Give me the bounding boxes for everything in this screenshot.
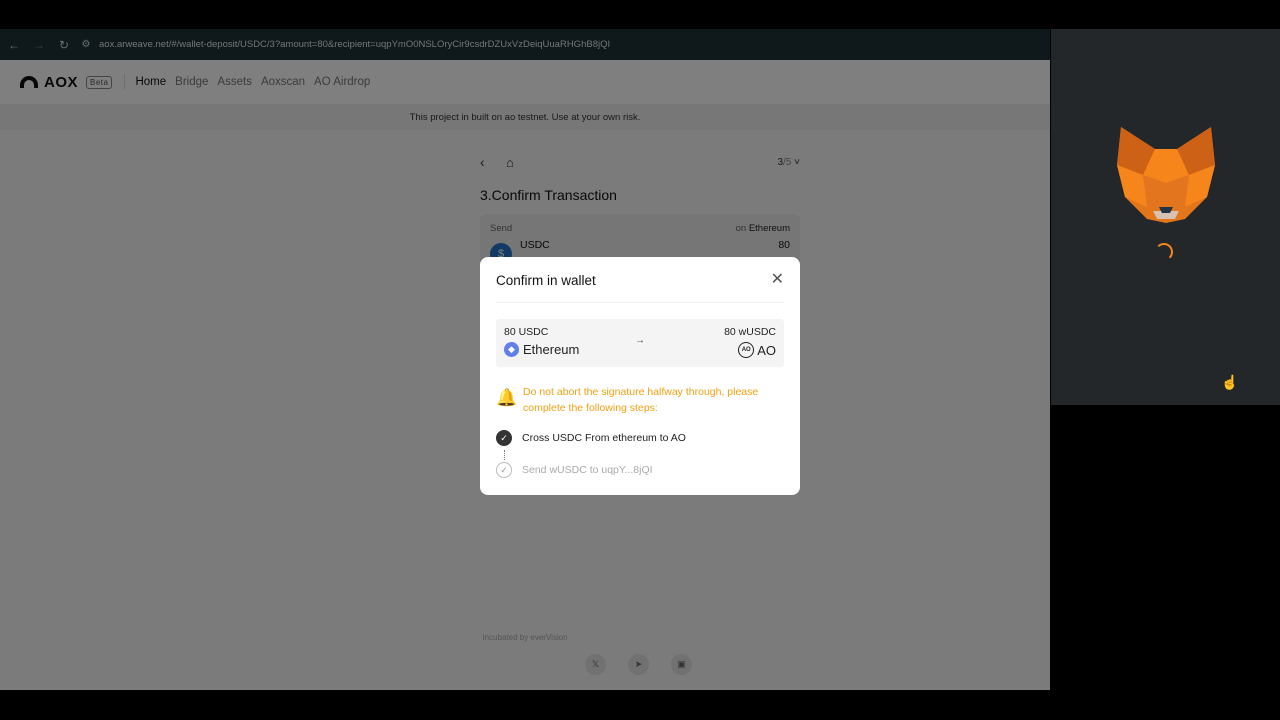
- step-item-send: ✓ Send wUSDC to uqpY...8jQI: [496, 462, 653, 478]
- metamask-popup: [1051, 29, 1280, 405]
- modal-divider: [496, 302, 784, 303]
- letterbox-bottom: [0, 690, 1280, 720]
- step-item-cross: ✓ Cross USDC From ethereum to AO: [496, 430, 686, 446]
- close-icon[interactable]: ✕: [771, 272, 784, 288]
- bell-icon: 🔔: [496, 388, 518, 407]
- to-chain-label: AO: [757, 342, 776, 358]
- spinner-icon: [1155, 243, 1173, 261]
- confirm-wallet-modal: Confirm in wallet ✕ 80 USDC ◆ Ethereum →…: [480, 257, 800, 495]
- check-pending-icon: ✓: [496, 462, 512, 478]
- from-chain: ◆ Ethereum: [504, 342, 579, 357]
- metamask-backdrop: [1050, 405, 1280, 690]
- warning-text: Do not abort the signature halfway throu…: [523, 386, 759, 414]
- check-done-icon: ✓: [496, 430, 512, 446]
- hand-cursor-icon: ☝: [1221, 374, 1239, 390]
- step-label: Send wUSDC to uqpY...8jQI: [522, 464, 653, 476]
- arrow-right-icon: →: [635, 335, 645, 346]
- to-chain: AO AO: [738, 342, 776, 358]
- from-chain-label: Ethereum: [523, 342, 580, 357]
- metamask-fox-icon: [1117, 127, 1215, 223]
- bridge-summary: 80 USDC ◆ Ethereum → 80 wUSDC AO AO: [496, 319, 784, 367]
- from-amount: 80 USDC: [504, 326, 549, 338]
- modal-title: Confirm in wallet: [496, 273, 596, 288]
- step-connector: [504, 450, 505, 460]
- to-amount: 80 wUSDC: [724, 326, 776, 338]
- letterbox-top: [0, 0, 1280, 29]
- ao-icon: AO: [738, 342, 755, 358]
- ethereum-icon: ◆: [504, 342, 519, 357]
- step-label: Cross USDC From ethereum to AO: [522, 432, 686, 444]
